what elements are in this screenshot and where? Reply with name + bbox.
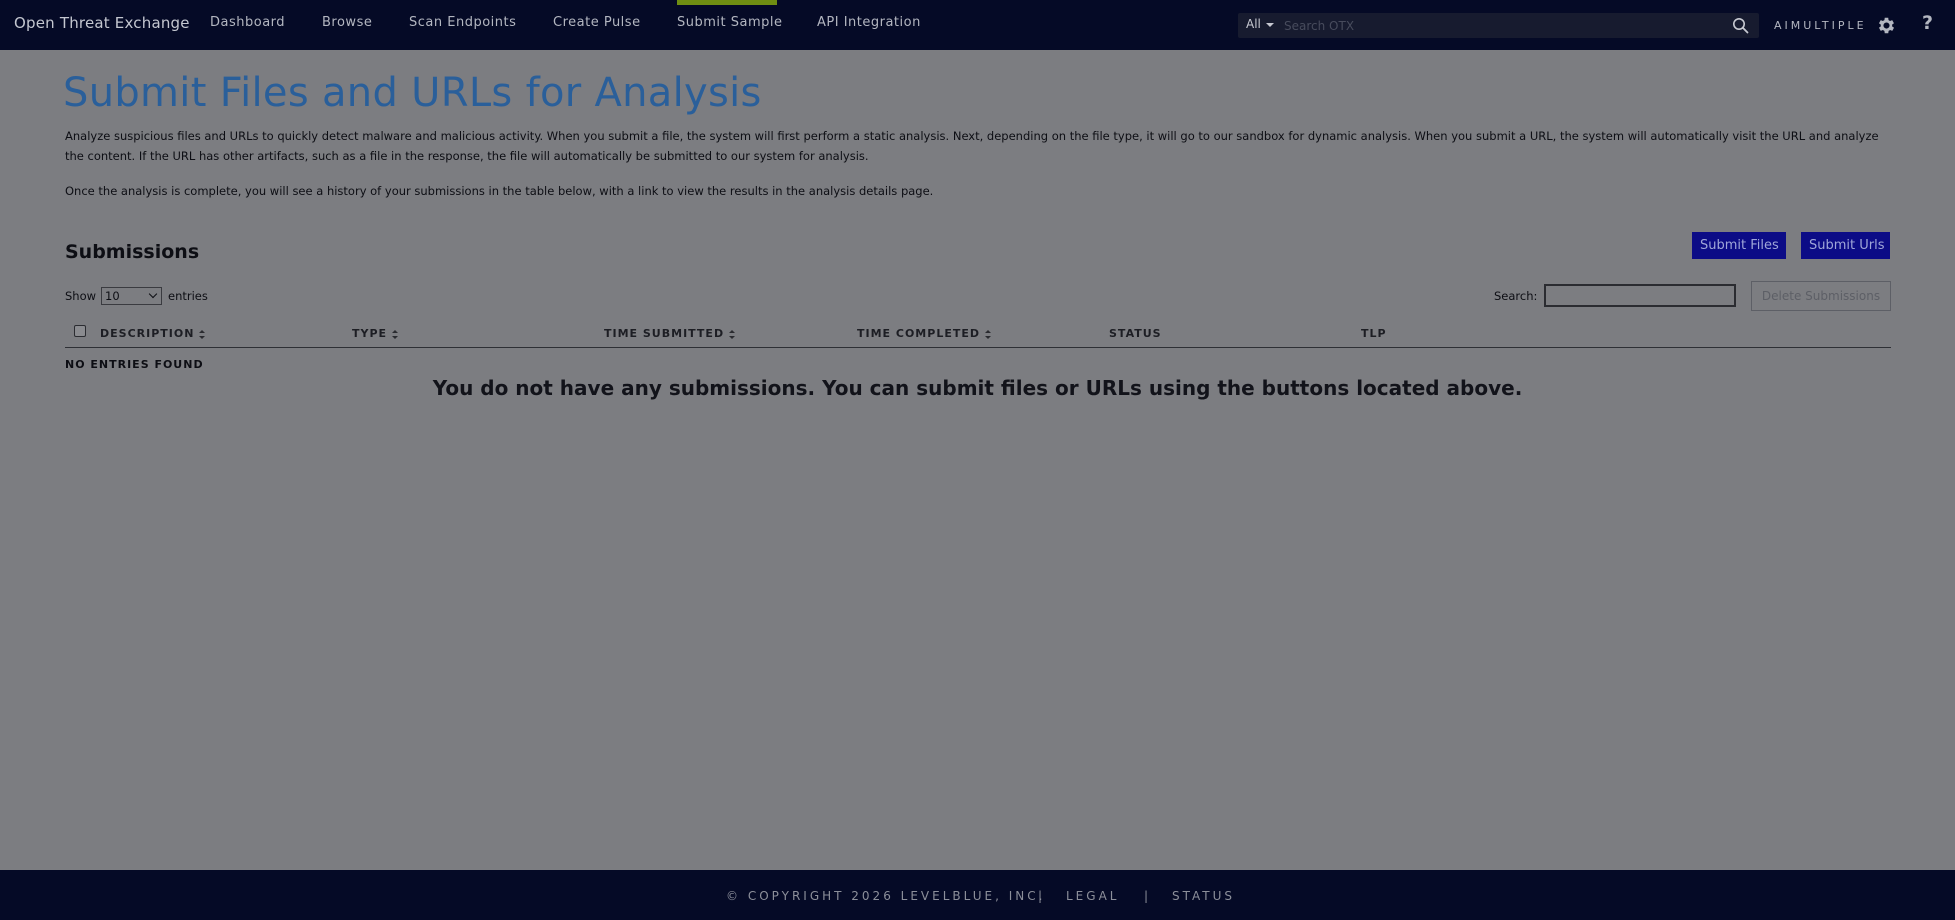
- top-navigation-bar: Open Threat Exchange Dashboard Browse Sc…: [0, 0, 1955, 50]
- table-search-label: Search:: [1494, 289, 1538, 303]
- help-icon[interactable]: ?: [1922, 12, 1933, 34]
- nav-create-pulse[interactable]: Create Pulse: [553, 15, 641, 30]
- sort-icon: [199, 329, 206, 339]
- footer-separator: |: [1144, 889, 1152, 903]
- gear-icon[interactable]: [1876, 15, 1897, 40]
- footer-separator: |: [1038, 889, 1046, 903]
- global-search-input[interactable]: [1284, 16, 1714, 35]
- submissions-table-header: DESCRIPTION TYPE TIME SUBMITTED TIME COM…: [65, 320, 1891, 348]
- footer-copyright: © COPYRIGHT 2026 LEVELBLUE, INC.: [726, 889, 1046, 903]
- column-header-time-submitted[interactable]: TIME SUBMITTED: [604, 327, 736, 340]
- intro-paragraph-2: Once the analysis is complete, you will …: [65, 184, 934, 198]
- active-tab-indicator: [677, 0, 777, 5]
- global-search: All: [1238, 13, 1759, 38]
- column-header-description[interactable]: DESCRIPTION: [100, 327, 206, 340]
- nav-scan-endpoints[interactable]: Scan Endpoints: [409, 15, 516, 30]
- sort-icon: [729, 329, 736, 339]
- nav-browse[interactable]: Browse: [322, 15, 372, 30]
- user-menu[interactable]: AIMULTIPLE: [1774, 19, 1867, 32]
- delete-submissions-button[interactable]: Delete Submissions: [1751, 281, 1891, 311]
- sort-icon: [985, 329, 991, 339]
- intro-paragraph: Analyze suspicious files and URLs to qui…: [65, 129, 1879, 163]
- chevron-down-icon: [148, 289, 158, 299]
- brand-link[interactable]: Open Threat Exchange: [14, 14, 190, 32]
- footer-status-link[interactable]: STATUS: [1172, 889, 1235, 903]
- nav-api-integration[interactable]: API Integration: [817, 15, 921, 30]
- entries-label: entries: [168, 289, 208, 303]
- column-header-tlp: TLP: [1361, 327, 1387, 340]
- entries-per-page-select[interactable]: 10: [101, 287, 162, 305]
- submit-files-button[interactable]: Submit Files: [1692, 232, 1786, 259]
- table-search-input[interactable]: [1544, 284, 1736, 307]
- footer: © COPYRIGHT 2026 LEVELBLUE, INC. | LEGAL…: [0, 870, 1955, 920]
- submit-urls-button[interactable]: Submit Urls: [1801, 232, 1890, 259]
- column-header-time-completed[interactable]: TIME COMPLETED: [857, 327, 991, 340]
- nav-submit-sample[interactable]: Submit Sample: [677, 15, 783, 30]
- page-title: Submit Files and URLs for Analysis: [63, 70, 762, 116]
- no-entries-label: NO ENTRIES FOUND: [65, 358, 204, 371]
- nav-dashboard[interactable]: Dashboard: [210, 15, 285, 30]
- submissions-heading: Submissions: [65, 241, 200, 263]
- column-header-type[interactable]: TYPE: [352, 327, 399, 340]
- search-scope-dropdown[interactable]: All: [1246, 17, 1261, 31]
- footer-legal-link[interactable]: LEGAL: [1066, 889, 1119, 903]
- show-label: Show: [65, 289, 97, 303]
- chevron-down-icon: [1266, 23, 1274, 27]
- empty-state-message: You do not have any submissions. You can…: [432, 376, 1523, 400]
- select-all-checkbox[interactable]: [74, 325, 86, 337]
- search-icon[interactable]: [1732, 17, 1749, 38]
- column-header-status: STATUS: [1109, 327, 1162, 340]
- sort-icon: [392, 329, 399, 339]
- entries-value: 10: [105, 289, 120, 303]
